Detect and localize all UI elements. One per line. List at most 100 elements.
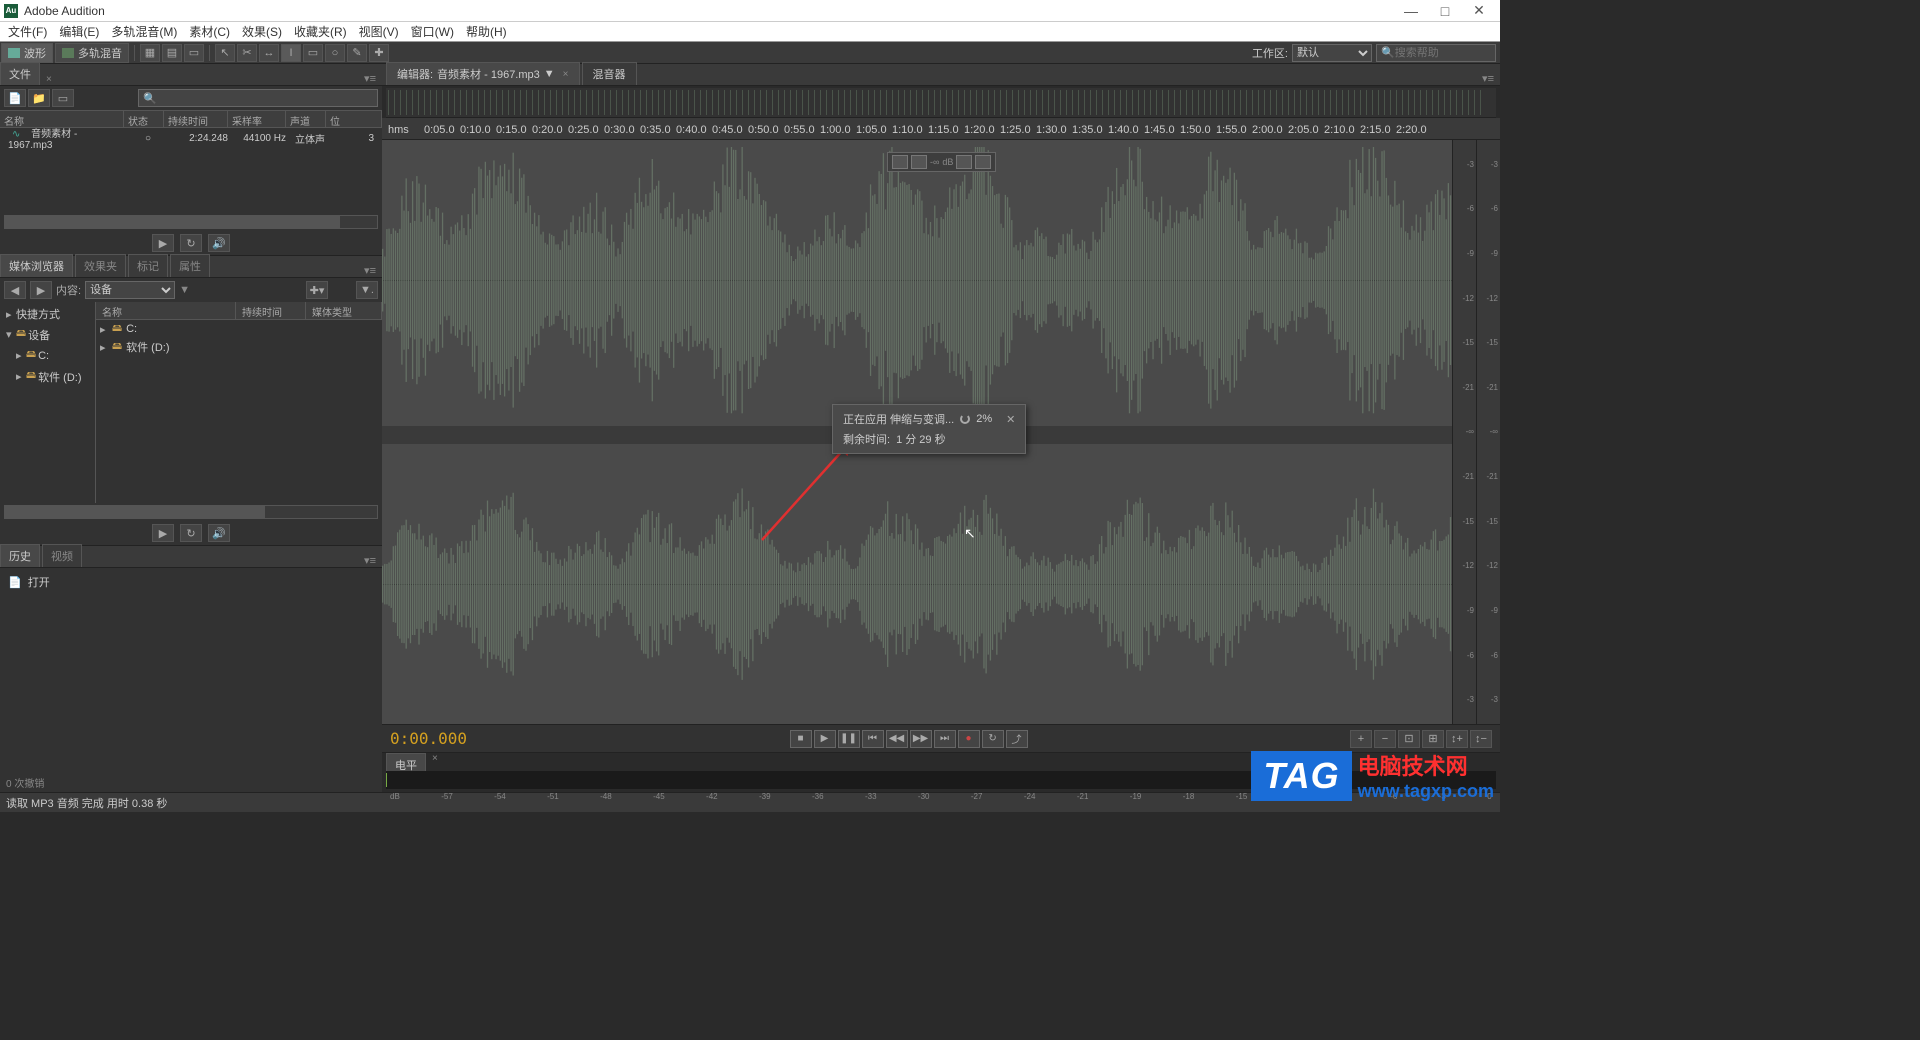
mode-multitrack-button[interactable]: 多轨混音 [55,43,129,63]
timecode-display[interactable]: 0:00.000 [390,729,467,748]
close-icon[interactable]: × [563,69,569,80]
loop-button[interactable]: ↻ [982,730,1004,748]
overview-navigator[interactable] [386,88,1496,118]
cancel-progress-button[interactable]: ✕ [1006,413,1015,426]
menu-view[interactable]: 视图(V) [353,23,405,40]
zoom-fit-button[interactable]: ⊡ [1398,730,1420,748]
next-button[interactable]: ⏭ [934,730,956,748]
tool-marquee[interactable]: ▭ [303,44,323,62]
prev-button[interactable]: ⏮ [862,730,884,748]
record-button[interactable]: ▭ [52,89,74,107]
tool-move[interactable]: ↖ [215,44,235,62]
open-file-button[interactable]: 📄 [4,89,26,107]
stop-button[interactable]: ■ [790,730,812,748]
tool-lasso[interactable]: ○ [325,44,345,62]
hud-fx-button[interactable] [956,155,972,169]
list-col-type[interactable]: 媒体类型 [306,302,382,319]
list-col-name[interactable]: 名称 [96,302,236,319]
zoom-out-v-button[interactable]: ↕− [1470,730,1492,748]
tab-properties[interactable]: 属性 [170,254,210,277]
zoom-in-button[interactable]: + [1350,730,1372,748]
workspace-select[interactable]: 默认 [1292,44,1372,62]
panel-menu-icon[interactable]: ▾≡ [358,264,382,277]
minimize-button[interactable]: — [1394,1,1428,21]
files-filter[interactable]: 🔍 [138,89,378,107]
tree-shortcuts[interactable]: ▸快捷方式 [2,304,93,324]
menu-help[interactable]: 帮助(H) [460,23,513,40]
content-select[interactable]: 设备 [85,281,175,299]
ffwd-button[interactable]: ▶▶ [910,730,932,748]
media-new-button[interactable]: ✚▾ [306,281,328,299]
close-button[interactable]: ✕ [1462,1,1496,21]
timeline-ruler[interactable]: hms0:05.00:10.00:15.00:20.00:25.00:30.00… [382,118,1500,140]
play-button[interactable]: ▶ [814,730,836,748]
rewind-button[interactable]: ◀◀ [886,730,908,748]
tab-media-browser[interactable]: 媒体浏览器 [0,254,73,277]
zoom-in-v-button[interactable]: ↕+ [1446,730,1468,748]
pause-button[interactable]: ❚❚ [838,730,860,748]
panel-menu-icon[interactable]: ▾≡ [1476,72,1500,85]
record-button[interactable]: ● [958,730,980,748]
panel-menu-icon[interactable]: ▾≡ [358,72,382,85]
files-play-button[interactable]: ▶ [152,234,174,252]
files-autoplay-button[interactable]: 🔊 [208,234,230,252]
files-loop-button[interactable]: ↻ [180,234,202,252]
hud-vol-button[interactable] [911,155,927,169]
maximize-button[interactable]: □ [1428,1,1462,21]
skip-button[interactable]: ⤴ [1006,730,1028,748]
history-item-open[interactable]: 📄 打开 [4,572,378,592]
hud-pan-button[interactable] [892,155,908,169]
col-bits[interactable]: 位 [326,111,382,127]
tab-files-close[interactable]: × [46,74,52,85]
tree-c-drive[interactable]: ▸🖴C: [2,345,93,366]
panel-menu-icon[interactable]: ▾≡ [358,554,382,567]
tool-time-select[interactable]: I [281,44,301,62]
tab-markers[interactable]: 标记 [128,254,168,277]
tab-files[interactable]: 文件 [0,62,40,85]
menu-multitrack[interactable]: 多轨混音(M) [105,23,183,40]
media-play-button[interactable]: ▶ [152,524,174,542]
tab-level[interactable]: 电平 [386,753,426,771]
menu-file[interactable]: 文件(F) [2,23,53,40]
file-row[interactable]: ∿ 音频素材 - 1967.mp3 ○ 2:24.248 44100 Hz 立体… [0,128,382,148]
tab-video[interactable]: 视频 [42,544,82,567]
menu-effects[interactable]: 效果(S) [236,23,288,40]
menu-clip[interactable]: 素材(C) [183,23,236,40]
zoom-out-button[interactable]: − [1374,730,1396,748]
media-autoplay-button[interactable]: 🔊 [208,524,230,542]
menu-favorites[interactable]: 收藏夹(R) [288,23,353,40]
menu-window[interactable]: 窗口(W) [405,23,460,40]
tool-spectral-pitch[interactable]: ▤ [162,44,182,62]
tool-spectral-freq[interactable]: ▦ [140,44,160,62]
media-loop-button[interactable]: ↻ [180,524,202,542]
media-fwd-button[interactable]: ▶ [30,281,52,299]
files-hscroll[interactable] [4,215,378,229]
list-item[interactable]: ▸🖴软件 (D:) [96,338,382,356]
col-channels[interactable]: 声道 [286,111,326,127]
menu-edit[interactable]: 编辑(E) [53,23,105,40]
tab-history[interactable]: 历史 [0,544,40,567]
tool-brush[interactable]: ✎ [347,44,367,62]
tree-devices[interactable]: ▾🖴设备 [2,324,93,345]
editor-tab[interactable]: 编辑器: 音频素材 - 1967.mp3 ▼ × [386,62,580,85]
media-hscroll[interactable] [4,505,378,519]
hud-pin-button[interactable] [975,155,991,169]
mode-waveform-button[interactable]: 波形 [1,43,53,63]
tool-razor[interactable]: ✂ [237,44,257,62]
waveform-display[interactable]: -∞ dB 正在应用 伸缩与变调... 2% ✕ 剩余时间: 1 分 29 秒 [382,140,1452,724]
tool-preview[interactable]: ▭ [184,44,204,62]
zoom-sel-button[interactable]: ⊞ [1422,730,1444,748]
col-sample[interactable]: 采样率 [228,111,286,127]
import-button[interactable]: 📁 [28,89,50,107]
tool-heal[interactable]: ✚ [369,44,389,62]
list-item[interactable]: ▸🖴C: [96,320,382,338]
tab-effects-rack[interactable]: 效果夹 [75,254,126,277]
help-search-input[interactable] [1395,47,1491,59]
mixer-tab[interactable]: 混音器 [582,62,637,85]
col-duration[interactable]: 持续时间 [164,111,228,127]
media-filter-button[interactable]: ▼. [356,281,378,299]
help-search[interactable]: 🔍 [1376,44,1496,62]
tool-slip[interactable]: ↔ [259,44,279,62]
tree-d-drive[interactable]: ▸🖴软件 (D:) [2,366,93,387]
chevron-down-icon[interactable]: ▼ [544,68,555,80]
